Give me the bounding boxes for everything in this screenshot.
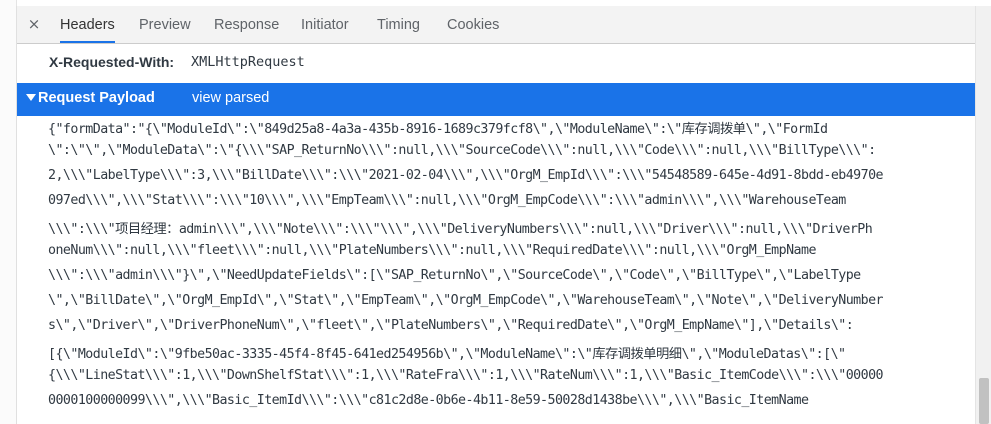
- payload-line: s\",\"Driver\",\"DriverPhoneNum\",\"flee…: [48, 318, 854, 333]
- payload-line: 2,\\\"LabelType\\\":3,\\\"BillDate\\\":\…: [48, 168, 884, 183]
- request-list-edge: [0, 0, 17, 424]
- vertical-scrollbar[interactable]: [975, 6, 991, 424]
- payload-source: {"formData":"{\"ModuleId\":\"849d25a8-4a…: [17, 116, 976, 424]
- tab-timing[interactable]: Timing: [377, 6, 420, 43]
- payload-line: \",\"BillDate\",\"OrgM_EmpId\",\"Stat\",…: [48, 293, 884, 308]
- tab-initiator[interactable]: Initiator: [301, 6, 349, 43]
- payload-line: {\\\"LineStat\\\":1,\\\"DownShelfStat\\\…: [48, 368, 884, 383]
- close-icon[interactable]: ×: [24, 14, 44, 34]
- payload-line: 097ed\\\",\\\"Stat\\\":\\\"10\\\",\\\"Em…: [48, 193, 846, 208]
- payload-line: \\\":\\\"admin\\\"}\",\"NeedUpdateFields…: [48, 268, 861, 283]
- payload-line: oneNum\\\":null,\\\"fleet\\\":null,\\\"P…: [48, 243, 816, 258]
- request-details-panel: × Headers Preview Response Initiator Tim…: [16, 6, 976, 424]
- scrollbar-thumb[interactable]: [979, 378, 989, 424]
- tab-cookies[interactable]: Cookies: [447, 6, 499, 43]
- view-parsed-link[interactable]: view parsed: [192, 90, 269, 106]
- payload-line: {"formData":"{\"ModuleId\":\"849d25a8-4a…: [48, 122, 828, 137]
- tab-preview[interactable]: Preview: [139, 6, 191, 43]
- payload-title[interactable]: Request Payload: [38, 90, 155, 106]
- payload-line: [{\"ModuleId\":\"9fbe50ac-3335-45f4-8f45…: [48, 347, 846, 362]
- payload-line: \\\":\\\"项目经理：admin\\\",\\\"Note\\\":\\\…: [48, 222, 873, 237]
- request-payload-section-header[interactable]: Request Payload view parsed: [17, 83, 976, 116]
- details-tabbar: × Headers Preview Response Initiator Tim…: [17, 6, 976, 44]
- header-value: XMLHttpRequest: [191, 54, 305, 70]
- payload-line: 0000100000099\\\",\\\"Basic_ItemId\\\":\…: [48, 393, 809, 408]
- header-name: X-Requested-With:: [49, 54, 175, 70]
- tab-headers[interactable]: Headers: [60, 6, 115, 43]
- tab-response[interactable]: Response: [214, 6, 279, 43]
- request-header-row: X-Requested-With: XMLHttpRequest: [17, 44, 976, 82]
- payload-line: \":\"\",\"ModuleData\":\"{\\\"SAP_Return…: [48, 143, 876, 158]
- triangle-down-icon[interactable]: [26, 94, 36, 101]
